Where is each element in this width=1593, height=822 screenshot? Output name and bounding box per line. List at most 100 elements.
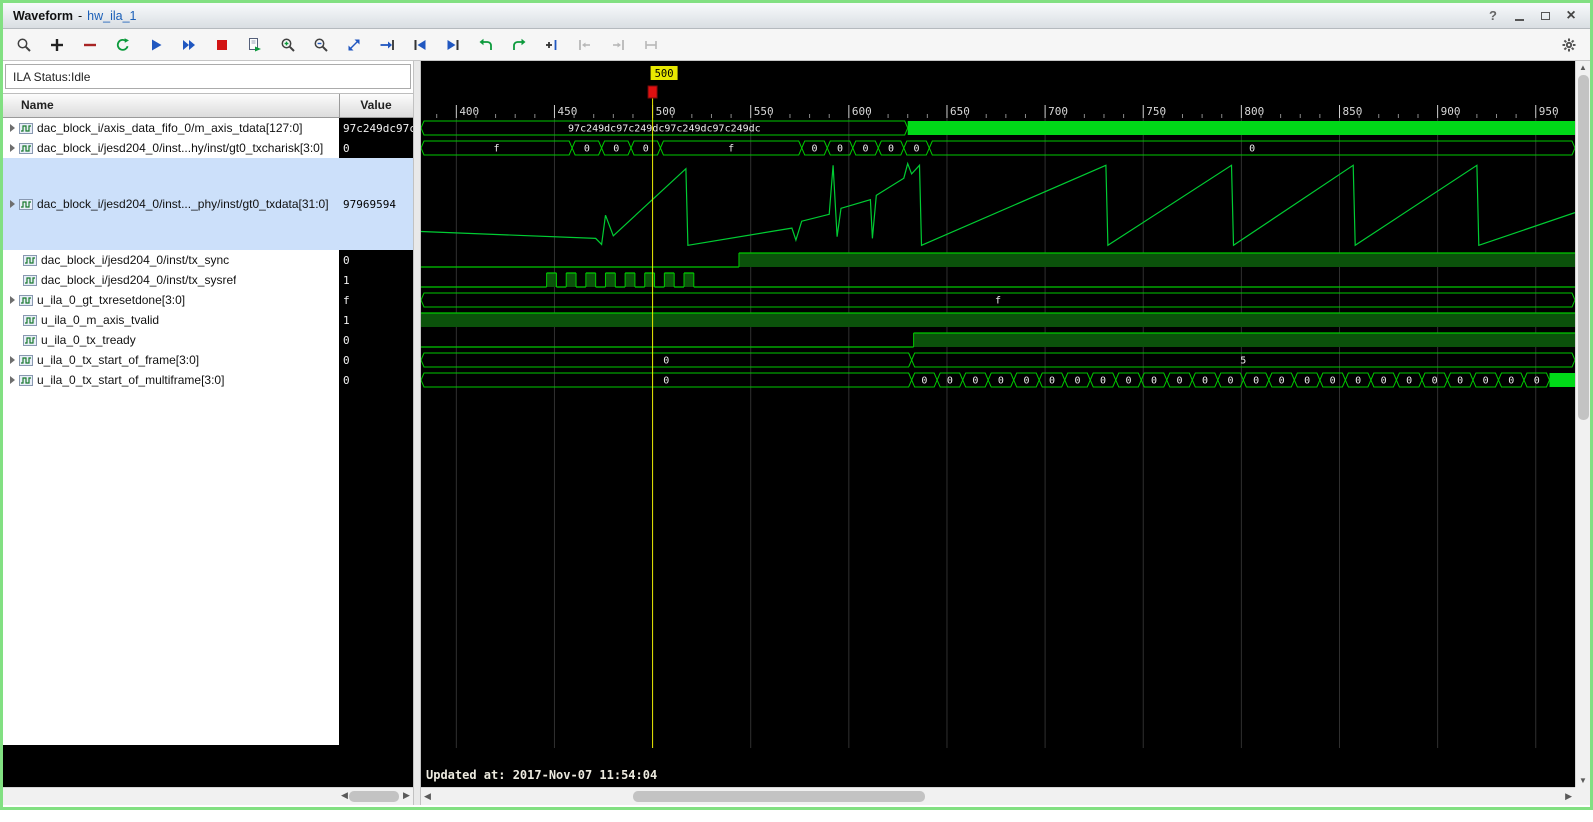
horizontal-scrollbar[interactable]: ◀ ▶ — [421, 787, 1575, 805]
expand-arrow-icon[interactable] — [10, 144, 15, 152]
scroll-up-arrow-icon[interactable]: ▲ — [1579, 63, 1587, 72]
scroll-thumb[interactable] — [349, 791, 399, 802]
cursor[interactable]: 500 — [647, 66, 678, 748]
signal-value: 0 — [343, 353, 350, 367]
wave-row — [421, 272, 1575, 288]
signal-name: dac_block_i/jesd204_0/inst..._phy/inst/g… — [37, 197, 329, 211]
remove-icon[interactable] — [81, 36, 99, 54]
scroll-right-arrow-icon[interactable]: ▶ — [403, 790, 410, 801]
scroll-down-arrow-icon[interactable]: ▼ — [1579, 776, 1587, 785]
close-button[interactable]: × — [1562, 7, 1580, 25]
settings-gear-icon[interactable] — [1560, 36, 1578, 54]
goto-start-icon[interactable] — [411, 36, 429, 54]
name-column-header[interactable]: Name — [21, 98, 54, 112]
signal-row[interactable]: dac_block_i/jesd204_0/inst...hy/inst/gt0… — [3, 138, 339, 158]
signal-row[interactable]: u_ila_0_tx_start_of_frame[3:0] — [3, 350, 339, 370]
signal-name: dac_block_i/jesd204_0/inst...hy/inst/gt0… — [37, 141, 324, 155]
signal-row[interactable]: dac_block_i/jesd204_0/inst/tx_sysref — [3, 270, 339, 290]
status-strip: ILA Status:Idle — [3, 61, 413, 93]
probe-icon — [19, 374, 33, 386]
waveform-canvas[interactable]: 400 450 500 550 600 650 700 750 800 850 900 95097c2… — [421, 61, 1575, 787]
svg-text:0: 0 — [1177, 376, 1183, 387]
signal-name: u_ila_0_gt_txresetdone[3:0] — [37, 293, 186, 307]
window-doc-name[interactable]: hw_ila_1 — [87, 9, 136, 23]
signal-value: 0 — [343, 373, 350, 387]
main-area: ILA Status:Idle Name Value dac_block_i/a… — [3, 61, 1590, 805]
next-transition-icon[interactable] — [510, 36, 528, 54]
value-column-header[interactable]: Value — [339, 98, 413, 112]
svg-text:0: 0 — [584, 144, 590, 155]
left-panel-footer — [3, 745, 413, 787]
zoom-fit-icon[interactable] — [345, 36, 363, 54]
signal-name: dac_block_i/jesd204_0/inst/tx_sync — [41, 253, 230, 267]
svg-text:0: 0 — [1125, 376, 1131, 387]
signal-row[interactable]: dac_block_i/jesd204_0/inst..._phy/inst/g… — [3, 158, 339, 250]
probe-icon — [23, 274, 37, 286]
value-column: 97c249dc97c 0 97969594 0 1 f 1 0 0 0 — [339, 118, 413, 745]
expand-arrow-icon[interactable] — [10, 376, 15, 384]
previous-transition-icon[interactable] — [477, 36, 495, 54]
svg-text:0: 0 — [1100, 376, 1106, 387]
run-continuous-icon[interactable] — [180, 36, 198, 54]
left-horizontal-scrollbar[interactable]: ◀ ▶ — [3, 787, 413, 805]
probe-icon — [23, 314, 37, 326]
svg-text:0: 0 — [837, 144, 843, 155]
maximize-button[interactable] — [1536, 7, 1554, 25]
zoom-out-icon[interactable] — [312, 36, 330, 54]
signal-row[interactable]: u_ila_0_tx_tready — [3, 330, 339, 350]
svg-text:5: 5 — [1240, 356, 1246, 367]
svg-text:0: 0 — [663, 356, 669, 367]
signal-tree[interactable]: dac_block_i/axis_data_fifo_0/m_axis_tdat… — [3, 118, 339, 745]
svg-text:0: 0 — [1249, 144, 1255, 155]
waveform-area[interactable]: 400 450 500 550 600 650 700 750 800 850 900 950 97c2… — [421, 61, 1575, 787]
add-marker-icon[interactable] — [543, 36, 561, 54]
signal-value: f — [343, 293, 350, 307]
goto-end-icon[interactable] — [444, 36, 462, 54]
left-panel: ILA Status:Idle Name Value dac_block_i/a… — [3, 61, 413, 805]
scroll-left-arrow-icon[interactable]: ◀ — [424, 791, 431, 802]
export-ila-data-icon[interactable] — [246, 36, 264, 54]
expand-arrow-icon[interactable] — [10, 124, 15, 132]
svg-text:0: 0 — [1381, 376, 1387, 387]
signal-row[interactable]: u_ila_0_tx_start_of_multiframe[3:0] — [3, 370, 339, 390]
expand-arrow-icon[interactable] — [10, 296, 15, 304]
scroll-thumb[interactable] — [1578, 75, 1589, 420]
svg-text:0: 0 — [1432, 376, 1438, 387]
add-icon[interactable] — [48, 36, 66, 54]
title-separator: - — [77, 8, 83, 23]
svg-text:0: 0 — [1355, 376, 1361, 387]
probe-icon — [19, 354, 33, 366]
help-button[interactable]: ? — [1484, 7, 1502, 25]
vertical-scrollbar[interactable]: ▲ ▼ — [1575, 61, 1590, 787]
probe-icon — [23, 334, 37, 346]
signal-name: u_ila_0_tx_start_of_multiframe[3:0] — [37, 373, 225, 387]
panel-splitter[interactable] — [413, 61, 421, 805]
svg-text:0: 0 — [1151, 376, 1157, 387]
signal-value: 1 — [343, 273, 350, 287]
column-divider[interactable] — [339, 94, 340, 117]
scroll-left-arrow-icon[interactable]: ◀ — [341, 790, 348, 801]
wave-row — [421, 312, 1575, 327]
zoom-to-cursor-icon[interactable] — [378, 36, 396, 54]
marker-range-icon — [642, 36, 660, 54]
minimize-button[interactable] — [1510, 7, 1528, 25]
signal-row[interactable]: u_ila_0_gt_txresetdone[3:0] — [3, 290, 339, 310]
signal-row[interactable]: u_ila_0_m_axis_tvalid — [3, 310, 339, 330]
signal-row[interactable]: dac_block_i/axis_data_fifo_0/m_axis_tdat… — [3, 118, 339, 138]
zoom-in-icon[interactable] — [279, 36, 297, 54]
next-marker-icon — [609, 36, 627, 54]
expand-arrow-icon[interactable] — [10, 200, 15, 208]
svg-text:0: 0 — [643, 144, 649, 155]
expand-arrow-icon[interactable] — [10, 356, 15, 364]
svg-text:97c249dc97c249dc97c249dc97c249: 97c249dc97c249dc97c249dc97c249dc — [568, 124, 761, 135]
run-trigger-icon[interactable] — [147, 36, 165, 54]
cursor-handle[interactable] — [647, 85, 658, 99]
scroll-right-arrow-icon[interactable]: ▶ — [1565, 791, 1572, 802]
restart-trigger-icon[interactable] — [114, 36, 132, 54]
scroll-thumb[interactable] — [633, 791, 925, 802]
svg-text:0: 0 — [921, 376, 927, 387]
search-icon[interactable] — [15, 36, 33, 54]
signal-row[interactable]: dac_block_i/jesd204_0/inst/tx_sync — [3, 250, 339, 270]
stop-trigger-icon[interactable] — [213, 36, 231, 54]
titlebar: Waveform - hw_ila_1 ? × — [3, 3, 1590, 29]
